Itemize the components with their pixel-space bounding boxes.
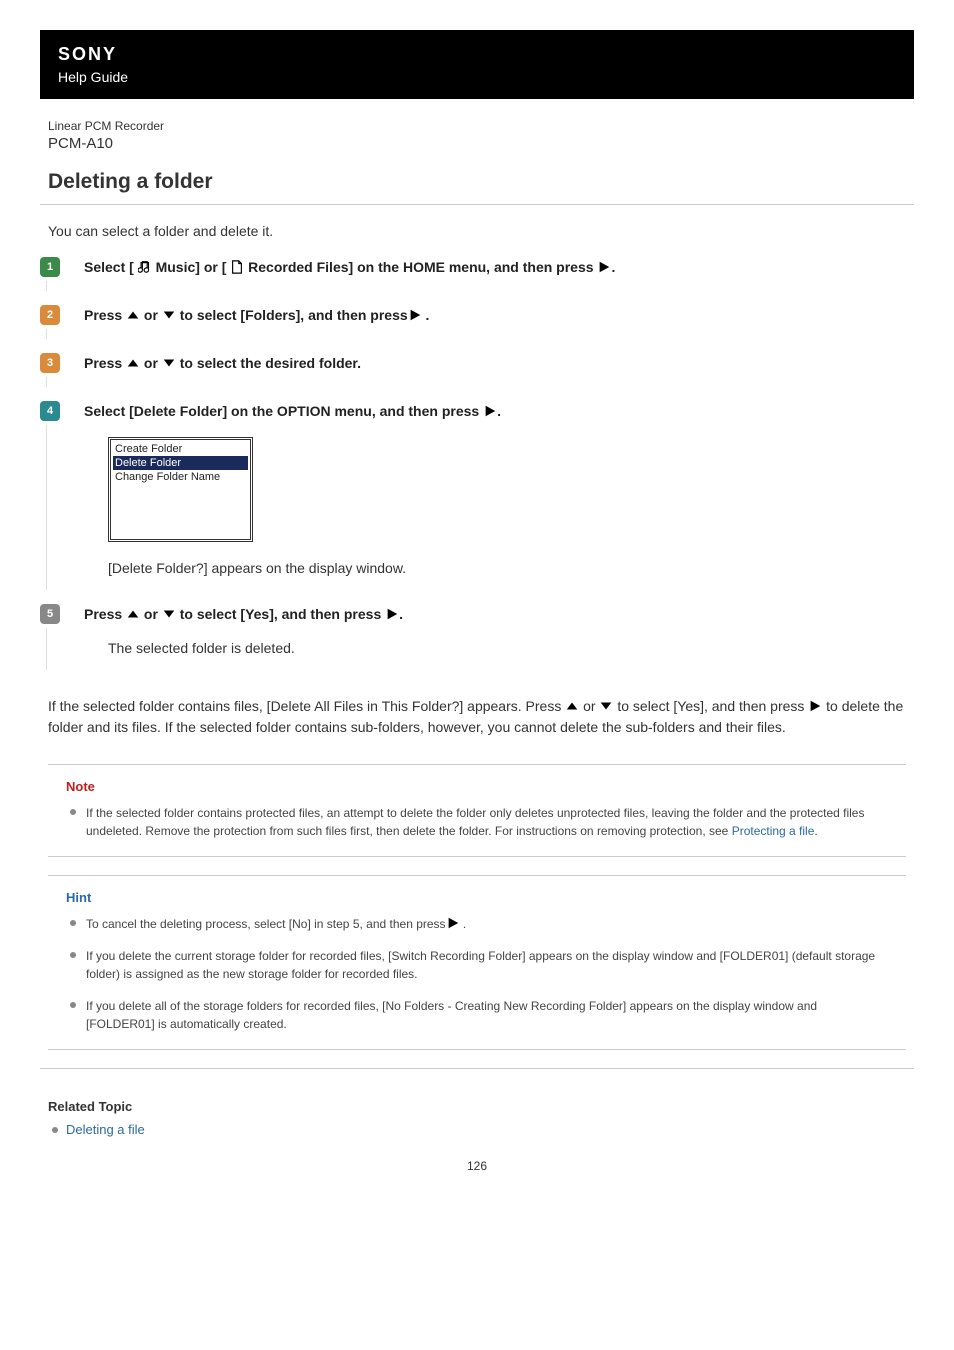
down-icon [162, 356, 176, 370]
page-title: Deleting a folder [40, 170, 914, 204]
note-item: If the selected folder contains protecte… [70, 804, 888, 840]
hint-item: To cancel the deleting process, select [… [70, 915, 888, 933]
step-title: Select [Delete Folder] on the OPTION men… [84, 401, 914, 421]
page-number: 126 [40, 1159, 914, 1173]
play-icon [597, 260, 611, 274]
hint-title: Hint [66, 890, 888, 905]
step-badge: 3 [40, 353, 60, 373]
deleting-file-link[interactable]: Deleting a file [66, 1122, 145, 1137]
after-steps-paragraph: If the selected folder contains files, [… [40, 684, 914, 756]
up-icon [565, 699, 579, 713]
related-item: Deleting a file [52, 1122, 906, 1137]
play-icon [446, 916, 460, 930]
down-icon [162, 308, 176, 322]
down-icon [162, 607, 176, 621]
brand-logo: SONY [58, 44, 896, 65]
step-title: Select [ Music] or [ Recorded Files] on … [84, 257, 914, 277]
step-3: 3 Press or to select the desired folder. [40, 353, 914, 373]
option-menu-screenshot: Create Folder Delete Folder Change Folde… [108, 437, 253, 542]
menu-row: Create Folder [113, 442, 248, 456]
file-icon [230, 260, 244, 274]
play-icon [385, 607, 399, 621]
play-icon [808, 699, 822, 713]
up-icon [126, 356, 140, 370]
play-icon [408, 308, 422, 322]
product-model: PCM-A10 [48, 135, 914, 152]
up-icon [126, 607, 140, 621]
step-after-text: [Delete Folder?] appears on the display … [108, 560, 914, 576]
note-title: Note [66, 779, 888, 794]
step-badge: 2 [40, 305, 60, 325]
step-5: 5 Press or to select [Yes], and then pre… [40, 604, 914, 656]
divider [40, 204, 914, 205]
step-badge: 1 [40, 257, 60, 277]
divider [40, 1068, 914, 1069]
play-icon [483, 404, 497, 418]
header-bar: SONY Help Guide [40, 30, 914, 99]
step-1: 1 Select [ Music] or [ Recorded Files] o… [40, 257, 914, 277]
up-icon [126, 308, 140, 322]
step-badge: 4 [40, 401, 60, 421]
hint-box: Hint To cancel the deleting process, sel… [48, 875, 906, 1050]
protecting-file-link[interactable]: Protecting a file [732, 824, 815, 838]
hint-item: If you delete the current storage folder… [70, 947, 888, 983]
step-2: 2 Press or to select [Folders], and then… [40, 305, 914, 325]
hint-item: If you delete all of the storage folders… [70, 997, 888, 1033]
step-4: 4 Select [Delete Folder] on the OPTION m… [40, 401, 914, 576]
step-title: Press or to select the desired folder. [84, 353, 914, 373]
step-badge: 5 [40, 604, 60, 624]
note-box: Note If the selected folder contains pro… [48, 764, 906, 857]
step-title: Press or to select [Yes], and then press… [84, 604, 914, 624]
product-type: Linear PCM Recorder [48, 119, 914, 133]
intro-text: You can select a folder and delete it. [40, 219, 914, 257]
related-title: Related Topic [48, 1099, 906, 1114]
related-topic: Related Topic Deleting a file [40, 1083, 914, 1137]
menu-row: Change Folder Name [113, 470, 248, 484]
product-info: Linear PCM Recorder PCM-A10 [40, 109, 914, 170]
music-icon [138, 260, 152, 274]
step-title: Press or to select [Folders], and then p… [84, 305, 914, 325]
step-after-text: The selected folder is deleted. [108, 640, 914, 656]
help-guide-label: Help Guide [58, 69, 896, 85]
menu-row-selected: Delete Folder [113, 456, 248, 470]
down-icon [599, 699, 613, 713]
